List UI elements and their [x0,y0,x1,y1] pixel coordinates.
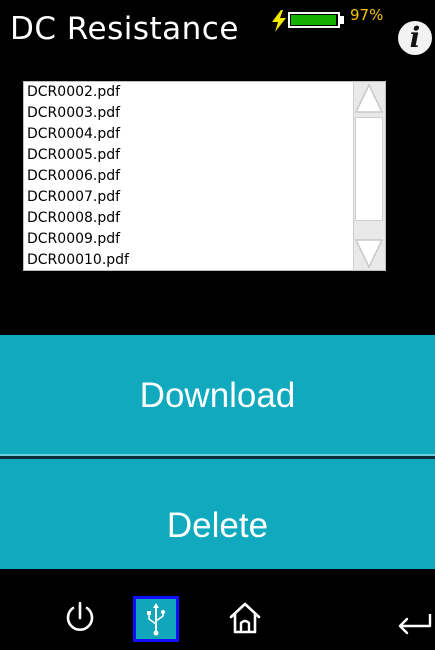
battery-indicator: 97% [270,8,400,32]
scrollbar[interactable] [353,82,385,270]
download-button[interactable]: Download [0,335,435,456]
delete-button[interactable]: Delete [0,459,435,569]
battery-tip [340,16,344,24]
file-item[interactable]: DCR0002.pdf [24,82,354,103]
file-items: DCR0002.pdf DCR0003.pdf DCR0004.pdf DCR0005… [24,82,354,270]
file-item[interactable]: DCR0003.pdf [24,103,354,124]
scroll-thumb[interactable] [355,117,383,221]
screen: DC Resistance 97% i DCR0002.pdf DCR0003.p… [0,0,435,650]
file-item[interactable]: DCR0008.pdf [24,208,354,229]
power-icon[interactable] [60,598,100,638]
home-icon[interactable] [225,598,265,638]
file-item[interactable]: DCR0006.pdf [24,166,354,187]
page-title: DC Resistance [10,11,239,47]
file-item[interactable]: DCR0009.pdf [24,229,354,250]
file-item[interactable]: DCR00010.pdf [24,250,354,270]
file-item[interactable]: DCR0004.pdf [24,124,354,145]
usb-icon [147,603,165,636]
scroll-down-arrow-icon[interactable] [354,237,384,270]
battery-icon [288,12,340,28]
battery-percent: 97% [350,6,384,24]
charging-bolt-icon [272,10,286,32]
usb-nav-button[interactable] [133,596,179,642]
file-list[interactable]: DCR0002.pdf DCR0003.pdf DCR0004.pdf DCR0005… [23,81,386,271]
back-arrow-icon[interactable] [395,598,435,638]
file-item[interactable]: DCR0005.pdf [24,145,354,166]
scroll-up-arrow-icon[interactable] [354,82,384,115]
info-button[interactable]: i [398,21,432,55]
battery-level-fill [291,15,336,25]
file-item[interactable]: DCR0007.pdf [24,187,354,208]
